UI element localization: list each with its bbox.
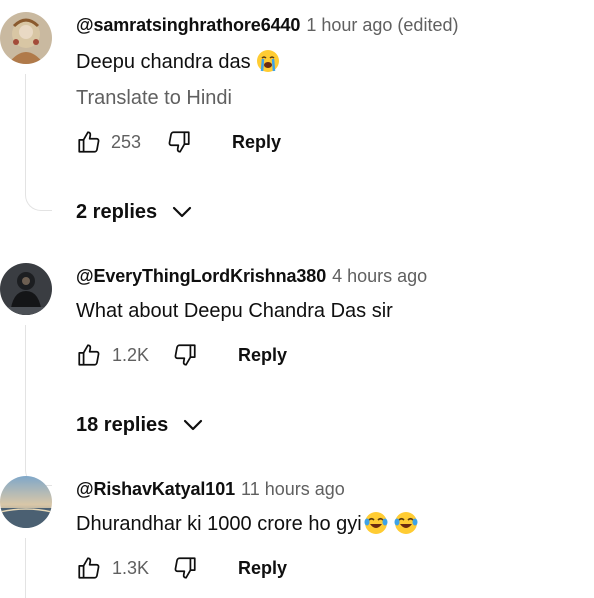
- avatar-image: [0, 476, 52, 528]
- like-count: 253: [111, 132, 142, 152]
- face-with-tears-of-joy-icon: [364, 511, 388, 543]
- comment-header: @samratsinghrathore6440 1 hour ago (edite…: [76, 12, 458, 38]
- chevron-down-icon: [183, 419, 202, 431]
- replies-count-label: 2 replies: [76, 201, 158, 223]
- reply-button[interactable]: Reply: [238, 341, 287, 369]
- like-count: 1.2K: [112, 345, 150, 365]
- reply-button[interactable]: Reply: [232, 128, 281, 156]
- timestamp[interactable]: 4 hours ago: [332, 266, 427, 286]
- reply-button[interactable]: Reply: [238, 554, 287, 582]
- loudly-crying-face-icon: [256, 49, 280, 81]
- author-name[interactable]: @RishavKatyal101: [76, 479, 235, 499]
- thumbs-up-icon[interactable]: [76, 342, 102, 368]
- like-count: 1.3K: [112, 558, 150, 578]
- avatar[interactable]: [0, 263, 52, 315]
- avatar-image: [0, 12, 52, 64]
- comment-text-body: Deepu chandra das: [76, 51, 251, 73]
- comment-text-body: Dhurandhar ki 1000 crore ho gyi: [76, 513, 362, 535]
- avatar[interactable]: [0, 12, 52, 64]
- thread-line: [25, 538, 52, 598]
- timestamp[interactable]: 1 hour ago (edited): [306, 15, 458, 35]
- comment-text: Dhurandhar ki 1000 crore ho gyi: [76, 510, 418, 543]
- view-replies-button[interactable]: 2 replies: [76, 198, 192, 226]
- thread-line: [25, 325, 52, 486]
- thumbs-down-icon[interactable]: [172, 342, 198, 368]
- author-name[interactable]: @EveryThingLordKrishna380: [76, 266, 326, 286]
- thumbs-up-icon[interactable]: [76, 129, 102, 155]
- replies-count-label: 18 replies: [76, 414, 169, 436]
- author-name[interactable]: @samratsinghrathore6440: [76, 15, 300, 35]
- thread-line: [25, 74, 52, 211]
- comment-header: @EveryThingLordKrishna380 4 hours ago: [76, 263, 427, 289]
- chevron-down-icon: [172, 206, 191, 218]
- translate-link[interactable]: Translate to Hindi: [76, 84, 232, 112]
- face-with-tears-of-joy-icon: [394, 511, 418, 543]
- comment-text: Deepu chandra das: [76, 48, 280, 81]
- thumbs-down-icon[interactable]: [172, 555, 198, 581]
- thumbs-down-icon[interactable]: [166, 129, 192, 155]
- comment-text: What about Deepu Chandra Das sir: [76, 300, 393, 322]
- avatar-image: [0, 263, 52, 315]
- avatar[interactable]: [0, 476, 52, 528]
- view-replies-button[interactable]: 18 replies: [76, 411, 203, 439]
- thumbs-up-icon[interactable]: [76, 555, 102, 581]
- comment-header: @RishavKatyal101 11 hours ago: [76, 476, 345, 502]
- timestamp[interactable]: 11 hours ago: [241, 479, 345, 499]
